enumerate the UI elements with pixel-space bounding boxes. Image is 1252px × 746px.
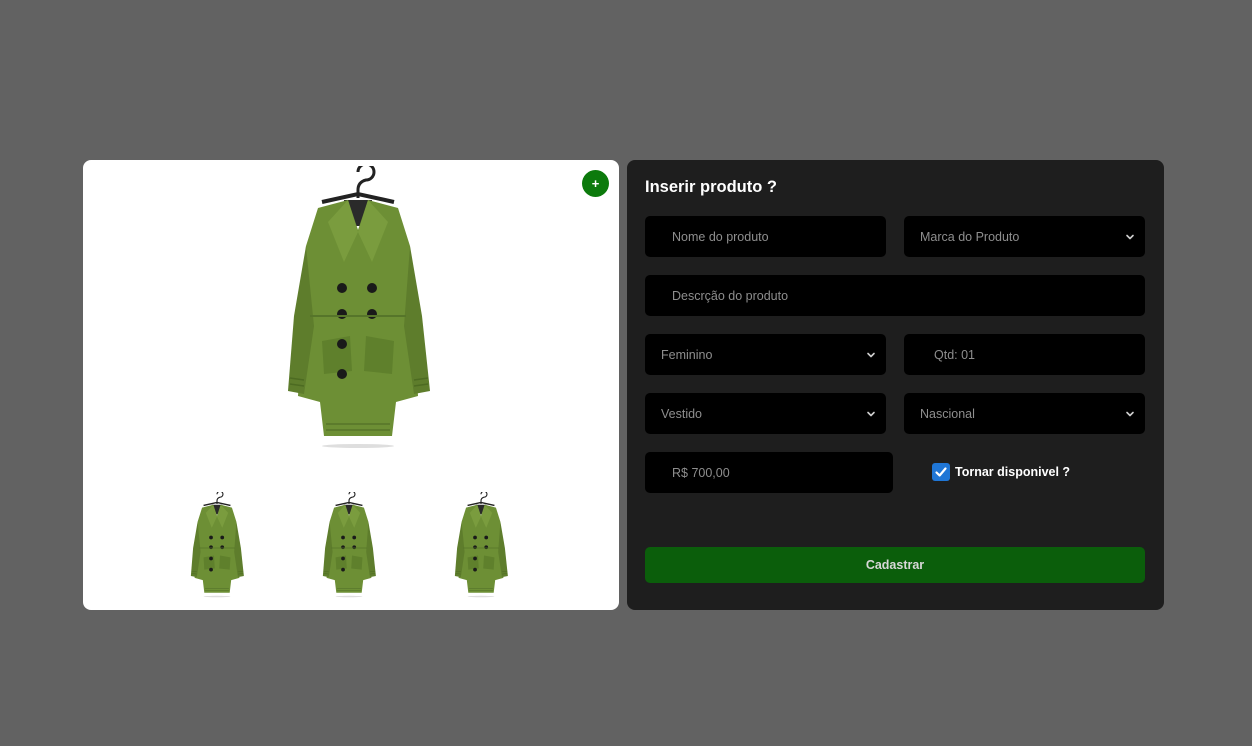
form-title: Inserir produto ?: [645, 178, 777, 196]
submit-button[interactable]: Cadastrar: [645, 547, 1145, 583]
origin-select-value: Nascional: [920, 406, 975, 421]
chevron-down-icon: [1125, 232, 1135, 242]
available-checkbox[interactable]: [932, 463, 950, 481]
price-input[interactable]: [645, 452, 893, 493]
quantity-input[interactable]: [904, 334, 1145, 375]
brand-select[interactable]: Marca do Produto: [904, 216, 1145, 257]
product-description-input[interactable]: [645, 275, 1145, 316]
category-select-value: Vestido: [661, 406, 703, 421]
category-select[interactable]: Vestido: [645, 393, 886, 434]
product-thumbnail-3[interactable]: [431, 492, 531, 604]
available-checkbox-row[interactable]: Tornar disponivel ?: [932, 463, 1070, 481]
origin-select[interactable]: Nascional: [904, 393, 1145, 434]
product-image-panel: [83, 160, 619, 610]
product-main-image: [253, 166, 463, 466]
chevron-down-icon: [866, 350, 876, 360]
gender-select-value: Feminino: [661, 347, 713, 362]
chevron-down-icon: [866, 409, 876, 419]
product-name-input[interactable]: [645, 216, 886, 257]
gender-select[interactable]: Feminino: [645, 334, 886, 375]
product-form: Inserir produto ? Marca do Produto Femin…: [627, 160, 1164, 610]
product-thumbnail-1[interactable]: [167, 492, 267, 604]
checkmark-icon: [935, 467, 947, 477]
product-thumbnail-2[interactable]: [299, 492, 399, 604]
chevron-down-icon: [1125, 409, 1135, 419]
add-image-button[interactable]: +: [582, 170, 609, 197]
brand-select-value: Marca do Produto: [920, 229, 1020, 244]
available-checkbox-label: Tornar disponivel ?: [955, 465, 1071, 479]
